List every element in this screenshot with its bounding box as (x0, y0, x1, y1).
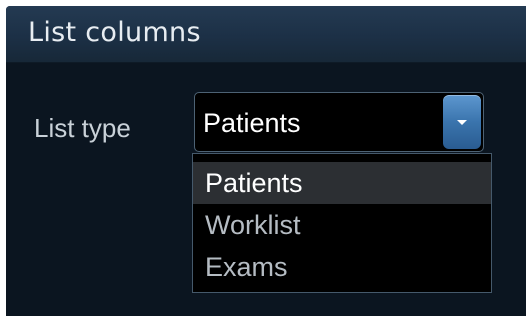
list-type-select[interactable]: Patients (194, 92, 484, 152)
option-exams[interactable]: Exams (193, 246, 491, 288)
list-type-selected-value: Patients (203, 108, 301, 138)
option-patients[interactable]: Patients (193, 162, 491, 204)
screenshot-frame: List columns List type Patients Patients… (0, 0, 526, 322)
list-columns-panel: List columns List type Patients Patients… (6, 6, 526, 316)
chevron-down-icon (457, 120, 467, 125)
list-type-label: List type (34, 113, 131, 143)
panel-title: List columns (28, 17, 201, 48)
panel-header: List columns (6, 6, 526, 63)
list-type-options: Patients Worklist Exams (192, 153, 492, 293)
dropdown-toggle-button[interactable] (443, 95, 481, 149)
option-worklist[interactable]: Worklist (193, 204, 491, 246)
